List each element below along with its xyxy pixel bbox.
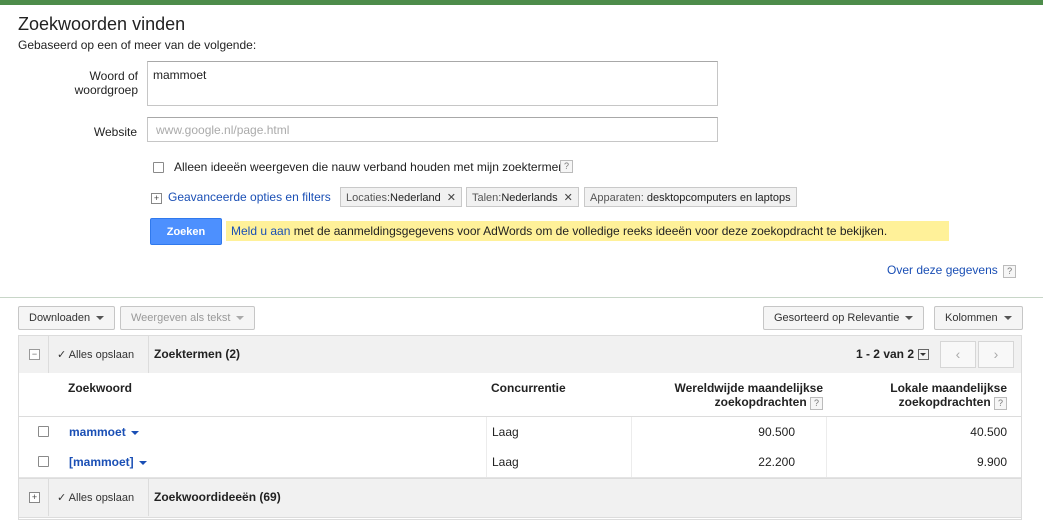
- column-header-global-searches[interactable]: Wereldwijde maandelijkse zoekopdrachten …: [659, 381, 823, 410]
- page-title: Zoekwoorden vinden: [18, 14, 186, 34]
- prev-page-button[interactable]: ‹: [940, 341, 976, 368]
- collapse-minus-icon[interactable]: −: [29, 349, 40, 360]
- chevron-down-icon: [96, 316, 105, 321]
- columns-label: Kolommen: [945, 312, 998, 324]
- filter-chip-devices[interactable]: Apparaten: desktopcomputers en laptops: [584, 187, 797, 207]
- table-row: [mammoet] Laag 22.200 9.900: [19, 447, 1021, 478]
- global-searches-cell: 90.500: [758, 425, 795, 439]
- related-only-label: Alleen ideeën weergeven die nauw verband…: [174, 160, 565, 174]
- row-checkbox[interactable]: [38, 426, 49, 437]
- save-all-button[interactable]: ✓ Alles opslaan: [57, 348, 134, 361]
- keyword-cell[interactable]: mammoet: [69, 425, 139, 439]
- column-header-local-label: Lokale maandelijkse zoekopdrachten: [890, 381, 1007, 409]
- chevron-down-icon[interactable]: [138, 460, 147, 465]
- expand-plus-icon[interactable]: +: [29, 492, 40, 503]
- cell-divider: [486, 447, 487, 477]
- show-as-text-button[interactable]: Weergeven als tekst: [120, 306, 256, 330]
- columns-button[interactable]: Kolommen: [934, 306, 1023, 330]
- save-all-button[interactable]: ✓ Alles opslaan: [57, 491, 134, 504]
- group-title: Zoekwoordideeën (69): [154, 490, 281, 504]
- local-searches-cell: 9.900: [976, 455, 1007, 469]
- search-button[interactable]: Zoeken: [150, 218, 222, 245]
- filter-chip-key: Locaties:: [346, 192, 391, 204]
- column-divider: [48, 479, 49, 516]
- column-header-global-label: Wereldwijde maandelijkse zoekopdrachten: [674, 381, 823, 409]
- chevron-down-icon: [1003, 316, 1012, 321]
- signin-notice-text: met de aanmeldingsgegevens voor AdWords …: [293, 224, 888, 238]
- group-title: Zoektermen (2): [154, 347, 241, 361]
- keyword-label: Woord of woordgroep: [74, 69, 138, 97]
- cell-divider: [631, 417, 632, 447]
- about-help-icon[interactable]: ?: [1003, 265, 1017, 278]
- cell-divider: [826, 417, 827, 447]
- show-as-text-label: Weergeven als tekst: [131, 312, 231, 324]
- cell-divider: [631, 447, 632, 477]
- table-header-row: Zoekwoord Concurrentie Wereldwijde maand…: [19, 373, 1021, 417]
- remove-filter-icon[interactable]: ✕: [564, 192, 573, 204]
- filter-chip-value: desktopcomputers en laptops: [646, 192, 791, 204]
- filter-chip-locations[interactable]: Locaties:Nederland ✕: [340, 187, 463, 207]
- website-label: Website: [93, 125, 137, 139]
- save-all-label: Alles opslaan: [68, 492, 135, 504]
- about-data: Over deze gegevens ?: [887, 263, 1017, 278]
- related-only-checkbox[interactable]: [153, 162, 164, 173]
- competition-cell: Laag: [492, 425, 519, 439]
- local-help-icon[interactable]: ?: [994, 397, 1007, 410]
- chevron-down-icon: [236, 316, 245, 321]
- keyword-textarea[interactable]: mammoet: [147, 61, 718, 106]
- page-dropdown-icon[interactable]: [918, 349, 929, 361]
- cell-divider: [486, 417, 487, 447]
- checkmark-icon: ✓: [57, 349, 67, 361]
- group-header-keyword-ideas: + ✓ Alles opslaan Zoekwoordideeën (69): [19, 478, 1021, 518]
- keyword-cell[interactable]: [mammoet]: [69, 455, 147, 469]
- local-searches-cell: 40.500: [970, 425, 1007, 439]
- website-input[interactable]: www.google.nl/page.html: [147, 117, 718, 142]
- keyword-value: mammoet: [153, 68, 207, 82]
- keyword-link[interactable]: [mammoet]: [69, 455, 134, 469]
- column-header-local-searches[interactable]: Lokale maandelijkse zoekopdrachten ?: [869, 381, 1007, 410]
- chevron-down-icon: [905, 316, 914, 321]
- column-header-keyword[interactable]: Zoekwoord: [68, 381, 132, 395]
- sort-label: Gesorteerd op Relevantie: [774, 312, 900, 324]
- about-data-link[interactable]: Over deze gegevens: [887, 263, 998, 277]
- signin-link[interactable]: Meld u aan: [231, 224, 290, 238]
- filter-chip-key: Apparaten:: [590, 192, 644, 204]
- column-divider: [148, 479, 149, 516]
- global-help-icon[interactable]: ?: [810, 397, 823, 410]
- website-placeholder: www.google.nl/page.html: [156, 123, 290, 137]
- top-accent-bar: [0, 0, 1043, 5]
- next-page-button[interactable]: ›: [978, 341, 1014, 368]
- page-subtitle: Gebaseerd op een of meer van de volgende…: [18, 38, 257, 52]
- column-divider: [48, 336, 49, 373]
- filter-chip-value: Nederland: [390, 192, 441, 204]
- filter-chip-key: Talen:: [472, 192, 502, 204]
- signin-notice: Meld u aan met de aanmeldingsgegevens vo…: [226, 221, 949, 241]
- remove-filter-icon[interactable]: ✕: [447, 192, 456, 204]
- chevron-down-icon[interactable]: [130, 430, 139, 435]
- row-checkbox[interactable]: [38, 456, 49, 467]
- pagination-text: 1 - 2 van 2: [855, 347, 914, 361]
- download-button[interactable]: Downloaden: [18, 306, 116, 330]
- column-header-competition[interactable]: Concurrentie: [491, 381, 566, 395]
- cell-divider: [826, 447, 827, 477]
- related-only-help-icon[interactable]: ?: [560, 160, 573, 173]
- download-label: Downloaden: [29, 312, 91, 324]
- checkmark-icon: ✓: [57, 492, 67, 504]
- save-all-label: Alles opslaan: [68, 349, 135, 361]
- column-divider: [148, 336, 149, 373]
- competition-cell: Laag: [492, 455, 519, 469]
- group-header-search-terms: − ✓ Alles opslaan Zoektermen (2) 1 - 2 v…: [19, 336, 1021, 374]
- table-row: mammoet Laag 90.500 40.500: [19, 417, 1021, 448]
- keyword-link[interactable]: mammoet: [69, 425, 126, 439]
- results-table: − ✓ Alles opslaan Zoektermen (2) 1 - 2 v…: [18, 335, 1022, 520]
- pagination-info: 1 - 2 van 2: [856, 347, 929, 361]
- sort-button[interactable]: Gesorteerd op Relevantie: [763, 306, 925, 330]
- advanced-options-link[interactable]: Geavanceerde opties en filters: [168, 190, 331, 204]
- filter-chip-value: Nederlands: [501, 192, 558, 204]
- filter-chip-languages[interactable]: Talen:Nederlands ✕: [466, 187, 579, 207]
- expand-plus-icon[interactable]: +: [151, 193, 162, 204]
- global-searches-cell: 22.200: [758, 455, 795, 469]
- section-divider: [0, 297, 1043, 298]
